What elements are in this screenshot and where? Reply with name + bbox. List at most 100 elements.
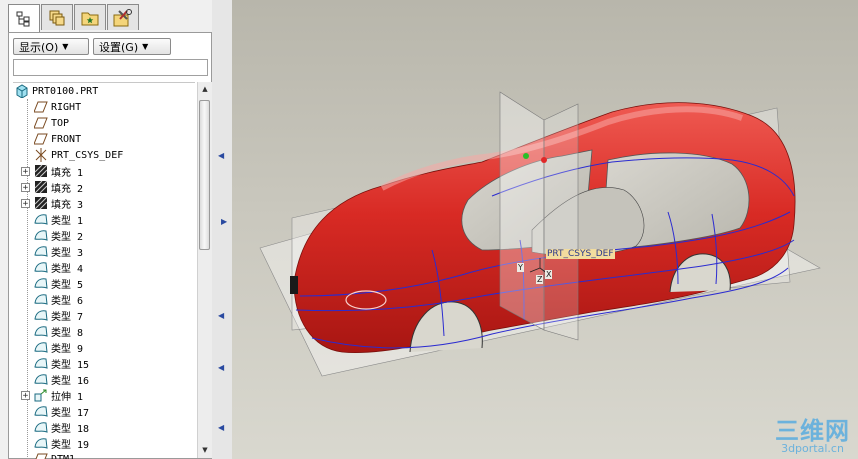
tree-item[interactable]: 类型 17 xyxy=(21,403,89,419)
surface-icon xyxy=(34,436,48,450)
surface-icon xyxy=(34,308,48,322)
tree-item[interactable]: TOP xyxy=(21,115,69,131)
tree-root-label: PRT0100.PRT xyxy=(32,85,99,97)
right-datum-plane xyxy=(499,91,545,331)
watermark-url: 3dportal.cn xyxy=(781,442,844,455)
tools-icon xyxy=(113,8,133,27)
tree-item-label: PRT_CSYS_DEF xyxy=(51,149,124,161)
tree-item-label: TOP xyxy=(51,117,70,129)
tree-item-label: 类型 15 xyxy=(51,359,90,371)
settings-dropdown-button[interactable]: 设置(G) ▼ xyxy=(93,38,171,55)
surface-icon xyxy=(34,244,48,258)
tree-toolbar: 显示(O) ▼ 设置(G) ▼ xyxy=(13,38,171,55)
datum-plane-icon xyxy=(33,100,48,114)
tree-item[interactable]: + 填充 2 xyxy=(21,179,83,195)
scroll-down-icon[interactable]: ▼ xyxy=(198,443,212,458)
collapse-left-icon[interactable]: ◀ xyxy=(218,364,224,372)
graphics-viewport[interactable]: PRT_CSYS_DEF Y Z X 三维网 3dportal.cn xyxy=(232,0,858,459)
scrollbar-thumb[interactable] xyxy=(199,100,210,250)
expand-icon[interactable]: + xyxy=(21,198,30,208)
tree-item[interactable]: RIGHT xyxy=(21,99,81,115)
expand-icon[interactable]: + xyxy=(21,166,30,176)
tree-item-label: FRONT xyxy=(51,133,82,145)
tab-tools[interactable] xyxy=(107,4,139,30)
datum-plane-icon xyxy=(33,116,48,130)
scroll-up-icon[interactable]: ▲ xyxy=(198,82,212,97)
tree-item-label: 类型 16 xyxy=(51,375,90,387)
tree-item[interactable]: 类型 9 xyxy=(21,339,83,355)
tab-favorites[interactable] xyxy=(74,4,106,30)
expand-right-icon[interactable]: ▶ xyxy=(221,218,227,226)
tree-item[interactable]: 类型 7 xyxy=(21,307,83,323)
surface-icon xyxy=(34,356,48,370)
tab-model-tree[interactable] xyxy=(8,4,40,33)
tree-item-label: 类型 2 xyxy=(51,231,84,243)
tree-item-label: 类型 4 xyxy=(51,263,84,275)
tree-item[interactable]: 类型 19 xyxy=(21,435,89,451)
surface-icon xyxy=(34,420,48,434)
fill-icon xyxy=(34,196,48,210)
watermark-title: 三维网 xyxy=(775,417,850,445)
tree-item-label: 类型 3 xyxy=(51,247,84,259)
extrude-icon xyxy=(34,388,48,402)
tree-root-item[interactable]: PRT0100.PRT xyxy=(15,83,98,99)
collapse-left-icon[interactable]: ◀ xyxy=(218,424,224,432)
tree-item[interactable]: 类型 5 xyxy=(21,275,83,291)
collapse-left-icon[interactable]: ◀ xyxy=(218,312,224,320)
panel-splitter[interactable]: ◀ ▶ ◀ ◀ ◀ xyxy=(212,0,232,459)
model-tree-icon xyxy=(16,11,32,27)
tree-item[interactable]: 类型 2 xyxy=(21,227,83,243)
expand-icon[interactable]: + xyxy=(21,182,30,192)
tree-item[interactable]: 类型 16 xyxy=(21,371,89,387)
tree-item[interactable]: + 填充 1 xyxy=(21,163,83,179)
collapse-left-icon[interactable]: ◀ xyxy=(218,152,224,160)
axis-z-label: Z xyxy=(536,275,544,284)
tree-item[interactable]: 类型 4 xyxy=(21,259,83,275)
part-icon xyxy=(15,84,29,99)
folder-star-icon xyxy=(81,9,99,27)
tree-item-label: 类型 8 xyxy=(51,327,84,339)
layers-icon xyxy=(48,9,66,27)
datum-plane-icon xyxy=(34,452,48,459)
tree-item-label: 类型 18 xyxy=(51,423,90,435)
tree-item[interactable]: 类型 8 xyxy=(21,323,83,339)
watermark: 三维网 3dportal.cn xyxy=(775,419,850,455)
tree-item[interactable]: 类型 15 xyxy=(21,355,89,371)
axis-x-label: X xyxy=(545,270,553,279)
tree-item-label: DTM1 xyxy=(51,453,76,459)
tree-item[interactable]: + 拉伸 1 xyxy=(21,387,83,403)
surface-icon xyxy=(34,228,48,242)
expand-icon[interactable]: + xyxy=(21,390,30,400)
tree-item-label: 类型 17 xyxy=(51,407,90,419)
tree-item[interactable]: 类型 18 xyxy=(21,419,89,435)
tree-item[interactable]: DTM1 xyxy=(21,451,75,459)
tree-item-label: RIGHT xyxy=(51,101,82,113)
datum-plane-icon xyxy=(33,132,48,146)
surface-icon xyxy=(34,404,48,418)
surface-icon xyxy=(34,340,48,354)
tab-layers[interactable] xyxy=(41,4,73,30)
tree-item[interactable]: FRONT xyxy=(21,131,81,147)
tree-item[interactable]: 类型 1 xyxy=(21,211,83,227)
surface-icon xyxy=(34,292,48,306)
tree-scrollbar[interactable]: ▲ ▼ xyxy=(197,82,212,458)
tree-item[interactable]: + 填充 3 xyxy=(21,195,83,211)
tree-item[interactable]: 类型 3 xyxy=(21,243,83,259)
model-tree: PRT0100.PRT RIGHT TOP FRONT PRT_CSYS_DEF + 填充… xyxy=(13,82,195,459)
tree-filter-input[interactable] xyxy=(13,59,208,76)
tree-item[interactable]: PRT_CSYS_DEF xyxy=(21,147,123,163)
chevron-down-icon: ▼ xyxy=(62,42,69,51)
show-button-label: 显示(O) xyxy=(19,40,59,54)
tree-item-label: 类型 6 xyxy=(51,295,84,307)
tree-item[interactable]: 类型 6 xyxy=(21,291,83,307)
show-dropdown-button[interactable]: 显示(O) ▼ xyxy=(13,38,89,55)
tree-item-label: 类型 9 xyxy=(51,343,84,355)
